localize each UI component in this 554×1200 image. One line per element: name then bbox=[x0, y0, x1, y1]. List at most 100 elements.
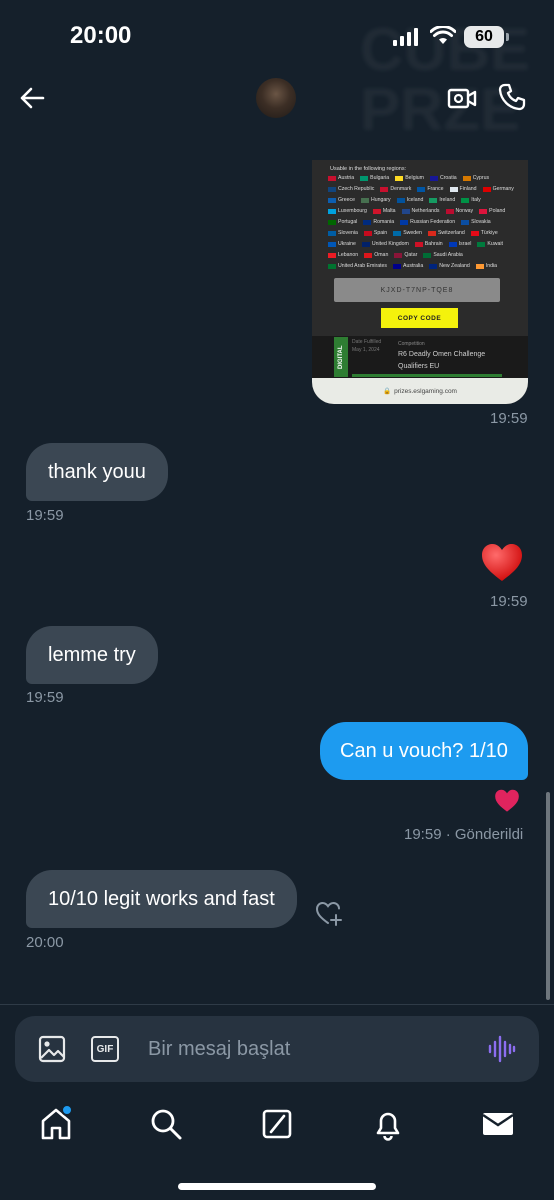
gif-icon[interactable]: GIF bbox=[91, 1036, 119, 1062]
flag-icon bbox=[429, 263, 438, 269]
scrollbar[interactable] bbox=[546, 792, 550, 1000]
region-item: Israel bbox=[448, 240, 472, 248]
region-name: Austria bbox=[338, 175, 355, 181]
region-item: Bulgaria bbox=[360, 174, 389, 182]
flag-icon bbox=[414, 241, 423, 247]
flag-icon bbox=[470, 230, 479, 236]
image-attachment[interactable]: Usable in the following regions: Austria… bbox=[312, 160, 528, 404]
flag-icon bbox=[475, 263, 484, 269]
region-name: Portugal bbox=[338, 219, 358, 225]
region-item: Switzerland bbox=[427, 229, 465, 237]
region-name: Cyprus bbox=[472, 175, 490, 181]
received-message[interactable]: lemme try bbox=[26, 626, 158, 684]
heart-reaction-icon[interactable] bbox=[494, 788, 520, 814]
flag-icon bbox=[328, 208, 336, 214]
region-item: Greece bbox=[328, 196, 355, 204]
cellular-signal-icon bbox=[393, 28, 418, 46]
regions-title: Usable in the following regions: bbox=[330, 166, 407, 172]
notification-dot bbox=[61, 1104, 73, 1116]
region-item: United Arab Emirates bbox=[328, 262, 387, 270]
sent-time: 19:59 bbox=[404, 826, 442, 843]
region-item: Sweden bbox=[393, 229, 422, 237]
flag-icon bbox=[445, 208, 454, 214]
sent-message[interactable]: Can u vouch? 1/10 bbox=[320, 722, 528, 780]
flag-icon bbox=[363, 230, 372, 236]
region-name: Belgium bbox=[405, 175, 424, 181]
search-icon[interactable] bbox=[148, 1106, 184, 1142]
flag-icon bbox=[429, 175, 438, 181]
flag-icon bbox=[393, 230, 402, 236]
flag-icon bbox=[328, 230, 336, 236]
date-value: May 1, 2024 bbox=[352, 347, 380, 353]
region-name: Germany bbox=[492, 186, 514, 192]
region-item: Iceland bbox=[396, 196, 423, 204]
region-item: India bbox=[475, 262, 498, 270]
region-item: Oman bbox=[364, 251, 388, 259]
region-item: Hungary bbox=[361, 196, 391, 204]
flag-icon bbox=[328, 252, 336, 258]
region-item: Spain bbox=[363, 229, 388, 237]
region-item: Czech Republic bbox=[328, 185, 374, 193]
flag-icon bbox=[401, 208, 410, 214]
region-name: New Zealand bbox=[439, 263, 470, 269]
region-item: Slovenia bbox=[328, 229, 358, 237]
region-name: Ukraine bbox=[338, 241, 356, 247]
grok-icon[interactable] bbox=[259, 1106, 295, 1142]
gif-label: GIF bbox=[96, 1043, 114, 1055]
digital-tag: DIGITAL bbox=[334, 337, 348, 377]
region-item: Croatia bbox=[429, 174, 457, 182]
region-name: Finland bbox=[459, 186, 477, 192]
flag-icon bbox=[328, 175, 336, 181]
region-item: Portugal bbox=[328, 218, 357, 226]
video-call-icon[interactable] bbox=[447, 83, 477, 113]
voice-message-icon[interactable] bbox=[488, 1034, 516, 1064]
region-name: Israel bbox=[458, 241, 472, 247]
region-item: Qatar bbox=[394, 251, 417, 259]
region-item: Poland bbox=[479, 207, 505, 215]
contact-avatar[interactable] bbox=[256, 78, 296, 118]
back-arrow-icon[interactable] bbox=[18, 84, 46, 112]
region-name: Saudi Arabia bbox=[433, 252, 463, 258]
region-name: Italy bbox=[471, 197, 481, 203]
flag-icon bbox=[360, 175, 369, 181]
sent-timestamp: 19:59 · Gönderildi bbox=[404, 826, 523, 843]
flag-icon bbox=[328, 186, 336, 192]
message-timestamp: 20:00 bbox=[26, 934, 64, 951]
region-item: Lebanon bbox=[328, 251, 358, 259]
region-name: Luxembourg bbox=[338, 208, 367, 214]
image-icon[interactable] bbox=[38, 1035, 66, 1063]
region-name: Bahrain bbox=[424, 241, 443, 247]
green-accent-line bbox=[352, 374, 502, 377]
messages-icon[interactable] bbox=[480, 1106, 516, 1142]
region-name: Romania bbox=[373, 219, 395, 225]
flag-icon bbox=[423, 252, 432, 258]
lock-icon: 🔒 bbox=[383, 388, 392, 395]
region-name: Spain bbox=[373, 230, 388, 236]
region-item: Ireland bbox=[429, 196, 455, 204]
heart-emoji-message[interactable] bbox=[480, 541, 524, 585]
received-message[interactable]: thank youu bbox=[26, 443, 168, 501]
region-name: India bbox=[485, 263, 498, 269]
region-item: Türkiye bbox=[470, 229, 498, 237]
region-name: Qatar bbox=[404, 252, 418, 258]
flag-icon bbox=[461, 219, 470, 225]
received-message[interactable]: 10/10 legit works and fast bbox=[26, 870, 297, 928]
message-input[interactable]: Bir mesaj başlat bbox=[148, 1038, 290, 1061]
notifications-icon[interactable] bbox=[370, 1106, 406, 1142]
region-item: Romania bbox=[363, 218, 394, 226]
home-indicator bbox=[178, 1183, 376, 1190]
flag-icon bbox=[393, 263, 402, 269]
browser-url-bar: 🔒 prizes.eslgaming.com bbox=[312, 378, 528, 404]
sent-status: · Gönderildi bbox=[445, 826, 524, 843]
region-item: Australia bbox=[393, 262, 423, 270]
region-item: New Zealand bbox=[429, 262, 470, 270]
region-item: Saudi Arabia bbox=[423, 251, 463, 259]
region-name: Slovakia bbox=[471, 219, 491, 225]
flag-icon bbox=[364, 252, 373, 258]
flag-icon bbox=[400, 219, 409, 225]
region-name: Norway bbox=[455, 208, 474, 214]
add-reaction-icon[interactable] bbox=[314, 898, 344, 928]
flag-icon bbox=[448, 241, 457, 247]
url-text: prizes.eslgaming.com bbox=[394, 387, 457, 395]
phone-call-icon[interactable] bbox=[497, 82, 527, 112]
